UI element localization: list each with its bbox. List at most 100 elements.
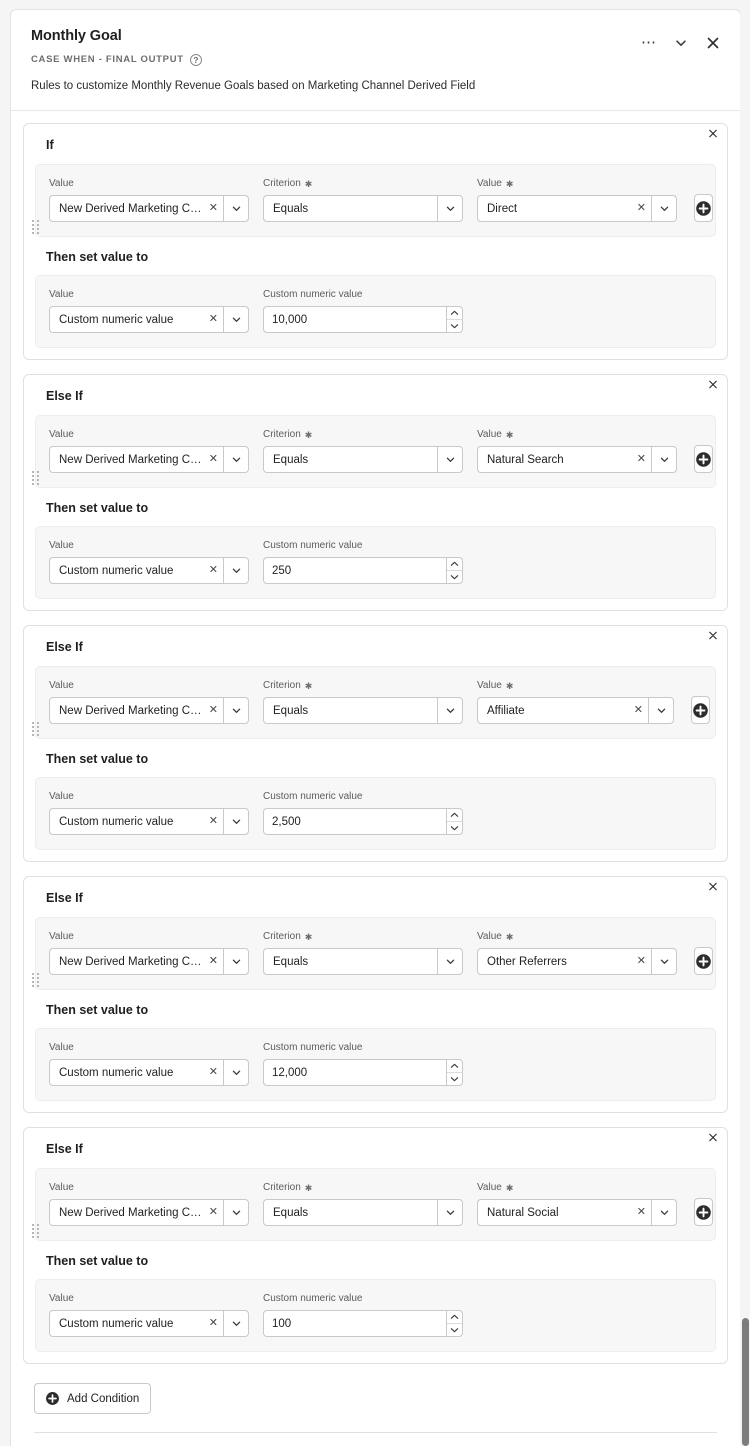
criterion-select[interactable]: Equals bbox=[263, 1199, 463, 1226]
field-value-text[interactable]: New Derived Marketing Channe.. ✕ bbox=[49, 948, 223, 975]
match-value-select[interactable]: Natural Social ✕ bbox=[477, 1199, 677, 1226]
clear-field-value-icon[interactable]: ✕ bbox=[209, 956, 218, 967]
stepper-up-button[interactable] bbox=[446, 558, 462, 571]
criterion-select[interactable]: Equals bbox=[263, 195, 463, 222]
close-button[interactable] bbox=[700, 30, 726, 56]
clear-field-value-icon[interactable]: ✕ bbox=[209, 203, 218, 214]
field-value-text[interactable]: New Derived Marketing Channe.. ✕ bbox=[49, 697, 223, 724]
then-value-text[interactable]: Custom numeric value ✕ bbox=[49, 557, 223, 584]
stepper-buttons[interactable] bbox=[445, 306, 463, 333]
criterion-text[interactable]: Equals bbox=[263, 1199, 437, 1226]
stepper-buttons[interactable] bbox=[445, 557, 463, 584]
clear-match-value-icon[interactable]: ✕ bbox=[637, 203, 646, 214]
numeric-value-stepper[interactable] bbox=[263, 1059, 463, 1086]
add-criteria-button[interactable] bbox=[694, 947, 713, 975]
field-value-select[interactable]: New Derived Marketing Channe.. ✕ bbox=[49, 1199, 249, 1226]
stepper-buttons[interactable] bbox=[445, 1310, 463, 1337]
clear-match-value-icon[interactable]: ✕ bbox=[637, 1207, 646, 1218]
field-value-text[interactable]: New Derived Marketing Channe.. ✕ bbox=[49, 446, 223, 473]
match-value-select[interactable]: Natural Search ✕ bbox=[477, 446, 677, 473]
collapse-button[interactable] bbox=[668, 30, 694, 56]
then-value-select[interactable]: Custom numeric value ✕ bbox=[49, 1310, 249, 1337]
numeric-value-input[interactable] bbox=[263, 1310, 446, 1337]
stepper-up-button[interactable] bbox=[446, 1311, 462, 1324]
criterion-dropdown-arrow[interactable] bbox=[437, 1199, 463, 1226]
remove-condition-button[interactable] bbox=[702, 373, 724, 395]
field-value-select[interactable]: New Derived Marketing Channe.. ✕ bbox=[49, 697, 249, 724]
drag-handle[interactable] bbox=[32, 973, 40, 988]
then-value-dropdown-arrow[interactable] bbox=[223, 557, 249, 584]
criterion-text[interactable]: Equals bbox=[263, 697, 437, 724]
more-options-button[interactable]: ⋯ bbox=[636, 30, 662, 56]
stepper-down-button[interactable] bbox=[447, 320, 462, 333]
numeric-value-input[interactable] bbox=[263, 808, 446, 835]
scrollbar-thumb[interactable] bbox=[742, 1318, 749, 1446]
then-value-select[interactable]: Custom numeric value ✕ bbox=[49, 808, 249, 835]
match-value-dropdown-arrow[interactable] bbox=[648, 697, 674, 724]
stepper-down-button[interactable] bbox=[447, 1324, 462, 1337]
remove-condition-button[interactable] bbox=[702, 122, 724, 144]
then-value-select[interactable]: Custom numeric value ✕ bbox=[49, 557, 249, 584]
numeric-value-input[interactable] bbox=[263, 306, 446, 333]
stepper-buttons[interactable] bbox=[445, 1059, 463, 1086]
criterion-dropdown-arrow[interactable] bbox=[437, 195, 463, 222]
field-value-text[interactable]: New Derived Marketing Channe.. ✕ bbox=[49, 195, 223, 222]
match-value-dropdown-arrow[interactable] bbox=[651, 1199, 677, 1226]
match-value-text[interactable]: Affiliate ✕ bbox=[477, 697, 648, 724]
match-value-dropdown-arrow[interactable] bbox=[651, 948, 677, 975]
then-value-select[interactable]: Custom numeric value ✕ bbox=[49, 306, 249, 333]
numeric-value-input[interactable] bbox=[263, 557, 446, 584]
scrollbar-track[interactable] bbox=[740, 0, 750, 1446]
then-value-dropdown-arrow[interactable] bbox=[223, 306, 249, 333]
stepper-buttons[interactable] bbox=[445, 808, 463, 835]
add-criteria-button[interactable] bbox=[694, 194, 713, 222]
clear-then-value-icon[interactable]: ✕ bbox=[209, 565, 218, 576]
drag-handle[interactable] bbox=[32, 220, 40, 235]
clear-match-value-icon[interactable]: ✕ bbox=[637, 956, 646, 967]
field-value-dropdown-arrow[interactable] bbox=[223, 697, 249, 724]
drag-handle[interactable] bbox=[32, 722, 40, 737]
field-value-dropdown-arrow[interactable] bbox=[223, 948, 249, 975]
criterion-select[interactable]: Equals bbox=[263, 948, 463, 975]
stepper-down-button[interactable] bbox=[447, 822, 462, 835]
then-value-text[interactable]: Custom numeric value ✕ bbox=[49, 808, 223, 835]
criterion-dropdown-arrow[interactable] bbox=[437, 446, 463, 473]
stepper-up-button[interactable] bbox=[446, 307, 462, 320]
match-value-text[interactable]: Natural Social ✕ bbox=[477, 1199, 651, 1226]
clear-field-value-icon[interactable]: ✕ bbox=[209, 705, 218, 716]
stepper-up-button[interactable] bbox=[446, 1060, 462, 1073]
clear-match-value-icon[interactable]: ✕ bbox=[634, 705, 643, 716]
match-value-select[interactable]: Other Referrers ✕ bbox=[477, 948, 677, 975]
remove-condition-button[interactable] bbox=[702, 1126, 724, 1148]
then-value-text[interactable]: Custom numeric value ✕ bbox=[49, 306, 223, 333]
field-value-select[interactable]: New Derived Marketing Channe.. ✕ bbox=[49, 948, 249, 975]
field-value-select[interactable]: New Derived Marketing Channe.. ✕ bbox=[49, 446, 249, 473]
add-criteria-button[interactable] bbox=[691, 696, 710, 724]
clear-then-value-icon[interactable]: ✕ bbox=[209, 1318, 218, 1329]
match-value-text[interactable]: Natural Search ✕ bbox=[477, 446, 651, 473]
then-value-dropdown-arrow[interactable] bbox=[223, 808, 249, 835]
clear-then-value-icon[interactable]: ✕ bbox=[209, 816, 218, 827]
clear-then-value-icon[interactable]: ✕ bbox=[209, 314, 218, 325]
criterion-text[interactable]: Equals bbox=[263, 446, 437, 473]
remove-condition-button[interactable] bbox=[702, 624, 724, 646]
then-value-select[interactable]: Custom numeric value ✕ bbox=[49, 1059, 249, 1086]
then-value-dropdown-arrow[interactable] bbox=[223, 1059, 249, 1086]
numeric-value-stepper[interactable] bbox=[263, 557, 463, 584]
field-value-dropdown-arrow[interactable] bbox=[223, 195, 249, 222]
stepper-up-button[interactable] bbox=[446, 809, 462, 822]
add-criteria-button[interactable] bbox=[694, 1198, 713, 1226]
then-value-text[interactable]: Custom numeric value ✕ bbox=[49, 1059, 223, 1086]
criterion-dropdown-arrow[interactable] bbox=[437, 948, 463, 975]
numeric-value-stepper[interactable] bbox=[263, 808, 463, 835]
numeric-value-input[interactable] bbox=[263, 1059, 446, 1086]
match-value-select[interactable]: Affiliate ✕ bbox=[477, 697, 674, 724]
match-value-dropdown-arrow[interactable] bbox=[651, 446, 677, 473]
field-value-dropdown-arrow[interactable] bbox=[223, 1199, 249, 1226]
clear-field-value-icon[interactable]: ✕ bbox=[209, 454, 218, 465]
stepper-down-button[interactable] bbox=[447, 1073, 462, 1086]
drag-handle[interactable] bbox=[32, 471, 40, 486]
drag-handle[interactable] bbox=[32, 1224, 40, 1239]
criterion-dropdown-arrow[interactable] bbox=[437, 697, 463, 724]
match-value-text[interactable]: Direct ✕ bbox=[477, 195, 651, 222]
